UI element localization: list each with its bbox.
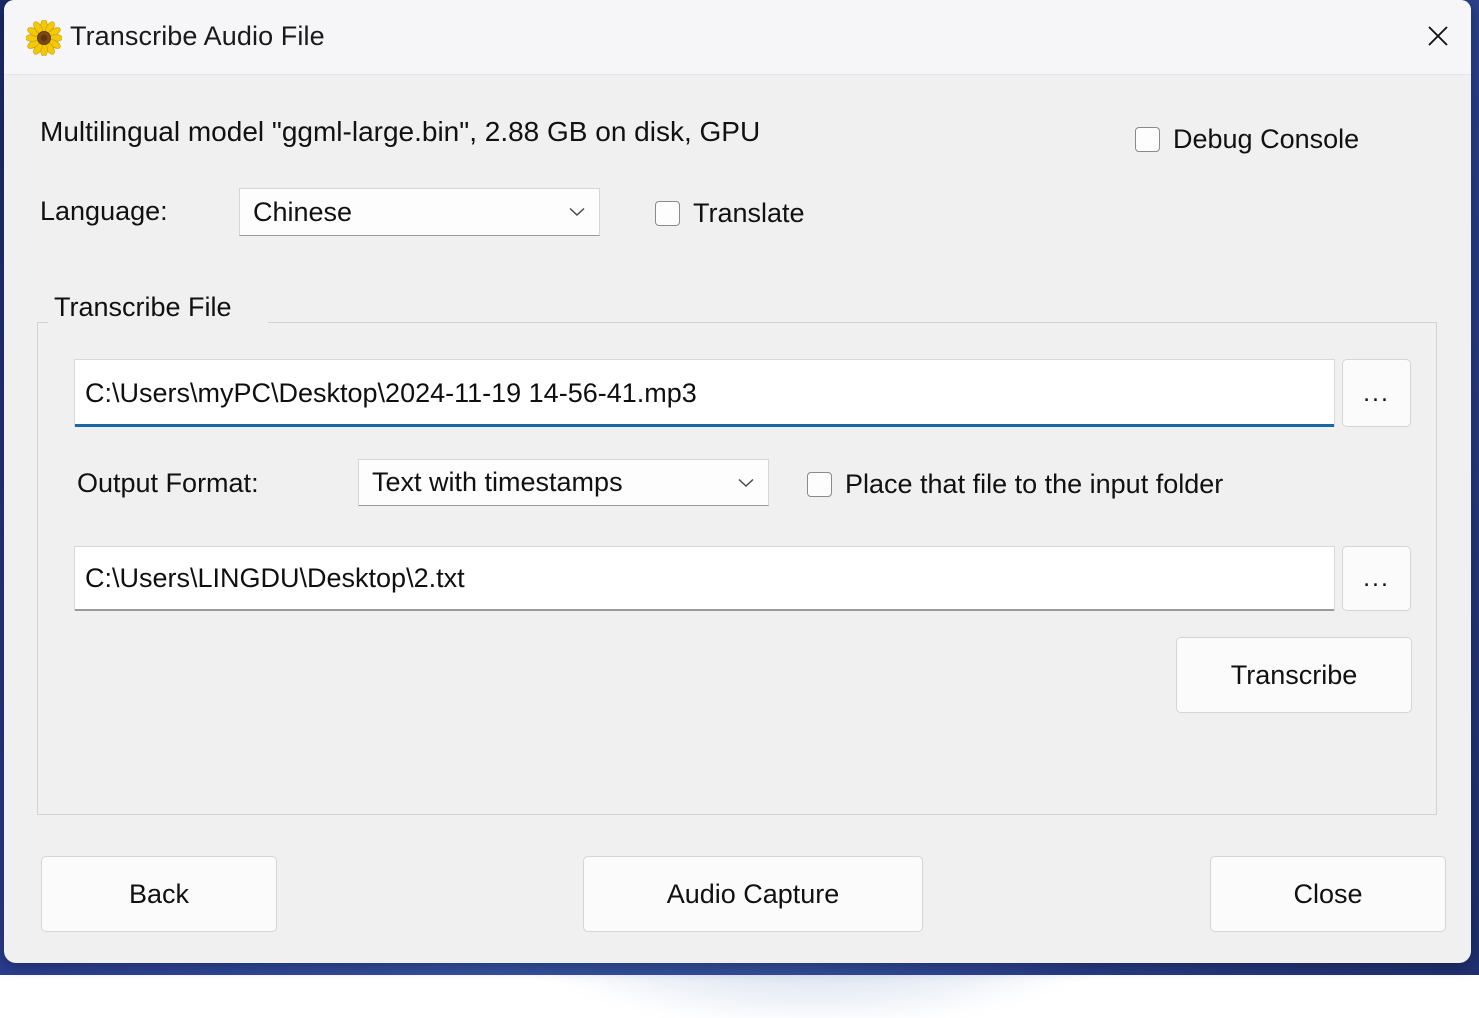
language-selected-value: Chinese xyxy=(253,197,352,228)
output-file-path-field[interactable]: C:\Users\LINGDU\Desktop\2.txt xyxy=(74,546,1335,611)
transcribe-audio-file-window: Transcribe Audio File Multilingual model… xyxy=(4,0,1471,963)
input-field-focus-underline xyxy=(75,424,1334,427)
debug-console-label: Debug Console xyxy=(1173,124,1359,155)
transcribe-file-group-title: Transcribe File xyxy=(48,292,238,323)
close-button[interactable]: Close xyxy=(1210,856,1446,932)
output-format-selected-value: Text with timestamps xyxy=(372,467,623,498)
debug-console-checkbox[interactable]: Debug Console xyxy=(1135,124,1359,155)
window-title: Transcribe Audio File xyxy=(70,21,325,52)
place-file-to-input-folder-checkbox[interactable]: Place that file to the input folder xyxy=(807,469,1223,500)
browse-input-file-button[interactable]: ... xyxy=(1342,359,1411,427)
sunflower-icon xyxy=(26,20,62,56)
output-field-underline xyxy=(75,609,1334,611)
back-button[interactable]: Back xyxy=(41,856,277,932)
browse-output-file-button[interactable]: ... xyxy=(1342,546,1411,611)
language-select[interactable]: Chinese xyxy=(239,188,600,236)
model-info-text: Multilingual model "ggml-large.bin", 2.8… xyxy=(40,116,760,148)
translate-checkbox-box[interactable] xyxy=(655,201,680,226)
translate-checkbox[interactable]: Translate xyxy=(655,198,805,229)
chevron-down-icon xyxy=(569,207,585,217)
audio-capture-button[interactable]: Audio Capture xyxy=(583,856,923,932)
output-format-select[interactable]: Text with timestamps xyxy=(358,459,769,506)
place-file-checkbox-box[interactable] xyxy=(807,472,832,497)
place-file-label: Place that file to the input folder xyxy=(845,469,1223,500)
language-label: Language: xyxy=(40,196,168,227)
title-bar: Transcribe Audio File xyxy=(4,0,1471,75)
group-border-left-segment xyxy=(37,322,48,323)
input-file-path-field[interactable]: C:\Users\myPC\Desktop\2024-11-19 14-56-4… xyxy=(74,359,1335,427)
output-format-label: Output Format: xyxy=(77,468,259,499)
translate-label: Translate xyxy=(693,198,805,229)
chevron-down-icon xyxy=(738,478,754,488)
close-icon[interactable] xyxy=(1405,0,1471,72)
output-file-path-value: C:\Users\LINGDU\Desktop\2.txt xyxy=(85,563,465,594)
input-file-path-value: C:\Users\myPC\Desktop\2024-11-19 14-56-4… xyxy=(85,378,697,409)
debug-console-checkbox-box[interactable] xyxy=(1135,127,1160,152)
transcribe-button[interactable]: Transcribe xyxy=(1176,637,1412,713)
group-border-right-segment xyxy=(268,322,1437,323)
